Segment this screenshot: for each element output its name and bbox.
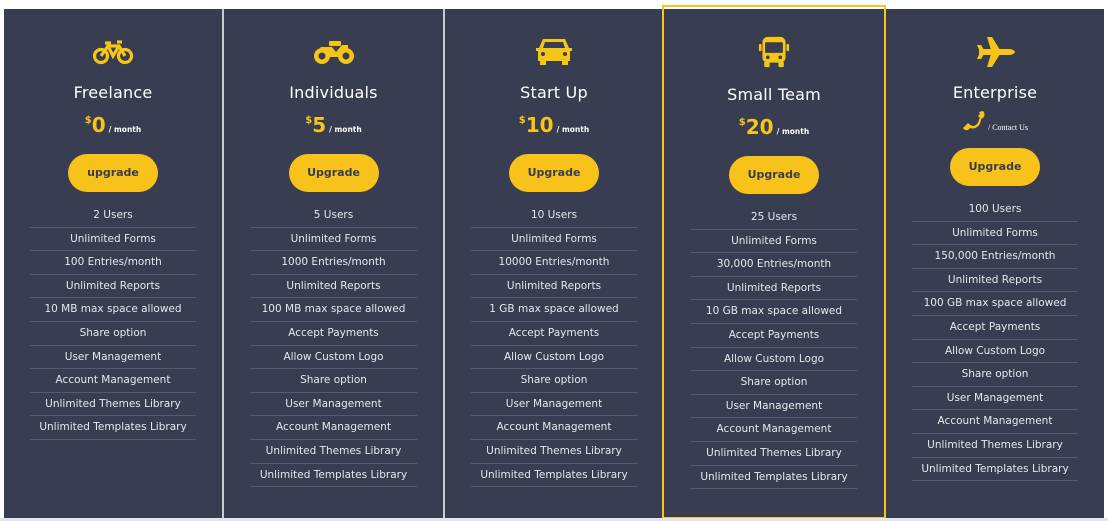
feature-item: Allow Custom Logo bbox=[471, 346, 637, 370]
phone-icon bbox=[962, 111, 986, 131]
feature-item: 30,000 Entries/month bbox=[691, 253, 857, 277]
feature-item: Accept Payments bbox=[471, 322, 637, 346]
feature-item: Allow Custom Logo bbox=[250, 346, 417, 370]
feature-item: 100 MB max space allowed bbox=[250, 298, 417, 322]
feature-item: Account Management bbox=[912, 410, 1078, 434]
plan-price: $5/ month bbox=[305, 113, 362, 137]
plan-name: Enterprise bbox=[952, 83, 1038, 102]
feature-item: Unlimited Forms bbox=[471, 228, 637, 252]
plan-card-freelance: Freelance $0/ month upgrade 2 Users Unlim… bbox=[4, 9, 224, 518]
feature-item: Share option bbox=[30, 322, 196, 346]
feature-item: User Management bbox=[691, 395, 857, 419]
feature-item: Share option bbox=[691, 371, 857, 395]
feature-item: 10000 Entries/month bbox=[471, 251, 637, 275]
plan-price: $10/ month bbox=[518, 113, 590, 137]
feature-item: Allow Custom Logo bbox=[691, 348, 857, 372]
feature-item: Unlimited Templates Library bbox=[471, 464, 637, 488]
contact-us[interactable]: / Contact Us bbox=[886, 109, 1104, 133]
feature-item: 150,000 Entries/month bbox=[912, 245, 1078, 269]
feature-item: Unlimited Reports bbox=[250, 275, 417, 299]
feature-item: Unlimited Templates Library bbox=[691, 466, 857, 490]
plane-icon bbox=[973, 36, 1017, 68]
feature-item: Accept Payments bbox=[912, 316, 1078, 340]
feature-item: Unlimited Templates Library bbox=[30, 416, 196, 440]
feature-item: Accept Payments bbox=[250, 322, 417, 346]
feature-item: User Management bbox=[30, 346, 196, 370]
upgrade-button[interactable]: Upgrade bbox=[509, 154, 599, 192]
feature-item: 100 Users bbox=[912, 198, 1078, 222]
feature-item: Account Management bbox=[250, 416, 417, 440]
bus-icon bbox=[752, 36, 796, 68]
feature-list: 5 Users Unlimited Forms 1000 Entries/month… bbox=[250, 204, 417, 488]
feature-item: Allow Custom Logo bbox=[912, 340, 1078, 364]
feature-item: 1000 Entries/month bbox=[250, 251, 417, 275]
bicycle-icon bbox=[91, 35, 135, 67]
feature-item: Unlimited Reports bbox=[471, 275, 637, 299]
feature-item: Unlimited Templates Library bbox=[912, 458, 1078, 482]
feature-item: 10 MB max space allowed bbox=[30, 298, 196, 322]
feature-list: 25 Users Unlimited Forms 30,000 Entries/mo… bbox=[691, 206, 857, 490]
plan-name: Start Up bbox=[520, 83, 588, 102]
feature-item: 25 Users bbox=[691, 206, 857, 230]
feature-item: User Management bbox=[912, 387, 1078, 411]
feature-item: Unlimited Themes Library bbox=[691, 442, 857, 466]
feature-item: Accept Payments bbox=[691, 324, 857, 348]
car-icon bbox=[532, 35, 576, 67]
feature-item: 10 GB max space allowed bbox=[691, 300, 857, 324]
plan-name: Freelance bbox=[73, 83, 153, 102]
feature-item: Unlimited Reports bbox=[912, 269, 1078, 293]
feature-item: Unlimited Forms bbox=[30, 228, 196, 252]
feature-item: 1 GB max space allowed bbox=[471, 298, 637, 322]
feature-item: User Management bbox=[471, 393, 637, 417]
feature-list: 100 Users Unlimited Forms 150,000 Entries/… bbox=[912, 198, 1078, 482]
plan-price: $20/ month bbox=[738, 115, 810, 139]
feature-item: 10 Users bbox=[471, 204, 637, 228]
feature-list: 10 Users Unlimited Forms 10000 Entries/mon… bbox=[471, 204, 637, 488]
plan-name: Individuals bbox=[289, 83, 378, 102]
plan-name: Small Team bbox=[727, 85, 821, 104]
feature-item: 100 Entries/month bbox=[30, 251, 196, 275]
plan-card-small-team: Small Team $20/ month Upgrade 25 Users Un… bbox=[662, 5, 886, 519]
upgrade-button[interactable]: Upgrade bbox=[950, 148, 1040, 186]
feature-item: Account Management bbox=[691, 418, 857, 442]
feature-item: Unlimited Forms bbox=[250, 228, 417, 252]
feature-item: Unlimited Themes Library bbox=[30, 393, 196, 417]
feature-item: Unlimited Forms bbox=[691, 230, 857, 254]
feature-item: 100 GB max space allowed bbox=[912, 292, 1078, 316]
upgrade-button[interactable]: upgrade bbox=[68, 154, 158, 192]
upgrade-button[interactable]: Upgrade bbox=[729, 156, 819, 194]
feature-item: Share option bbox=[471, 369, 637, 393]
feature-item: Share option bbox=[912, 363, 1078, 387]
feature-item: Unlimited Reports bbox=[30, 275, 196, 299]
feature-item: Share option bbox=[250, 369, 417, 393]
feature-item: Unlimited Templates Library bbox=[250, 464, 417, 488]
feature-item: Account Management bbox=[471, 416, 637, 440]
plan-price: $0/ month bbox=[84, 113, 142, 137]
feature-item: 2 Users bbox=[30, 204, 196, 228]
plan-card-start-up: Start Up $10/ month Upgrade 10 Users Unli… bbox=[445, 9, 663, 518]
upgrade-button[interactable]: Upgrade bbox=[288, 154, 379, 192]
motorcycle-icon bbox=[312, 35, 356, 67]
feature-item: Unlimited Themes Library bbox=[250, 440, 417, 464]
plan-card-enterprise: Enterprise / Contact Us Upgrade 100 User… bbox=[886, 9, 1104, 518]
feature-item: User Management bbox=[250, 393, 417, 417]
plan-card-individuals: Individuals $5/ month Upgrade 5 Users Unl… bbox=[224, 9, 445, 518]
feature-item: Unlimited Themes Library bbox=[471, 440, 637, 464]
feature-item: Unlimited Themes Library bbox=[912, 434, 1078, 458]
feature-item: Account Management bbox=[30, 369, 196, 393]
feature-item: 5 Users bbox=[250, 204, 417, 228]
feature-item: Unlimited Reports bbox=[691, 277, 857, 301]
feature-list: 2 Users Unlimited Forms 100 Entries/month U… bbox=[30, 204, 196, 440]
feature-item: Unlimited Forms bbox=[912, 222, 1078, 246]
